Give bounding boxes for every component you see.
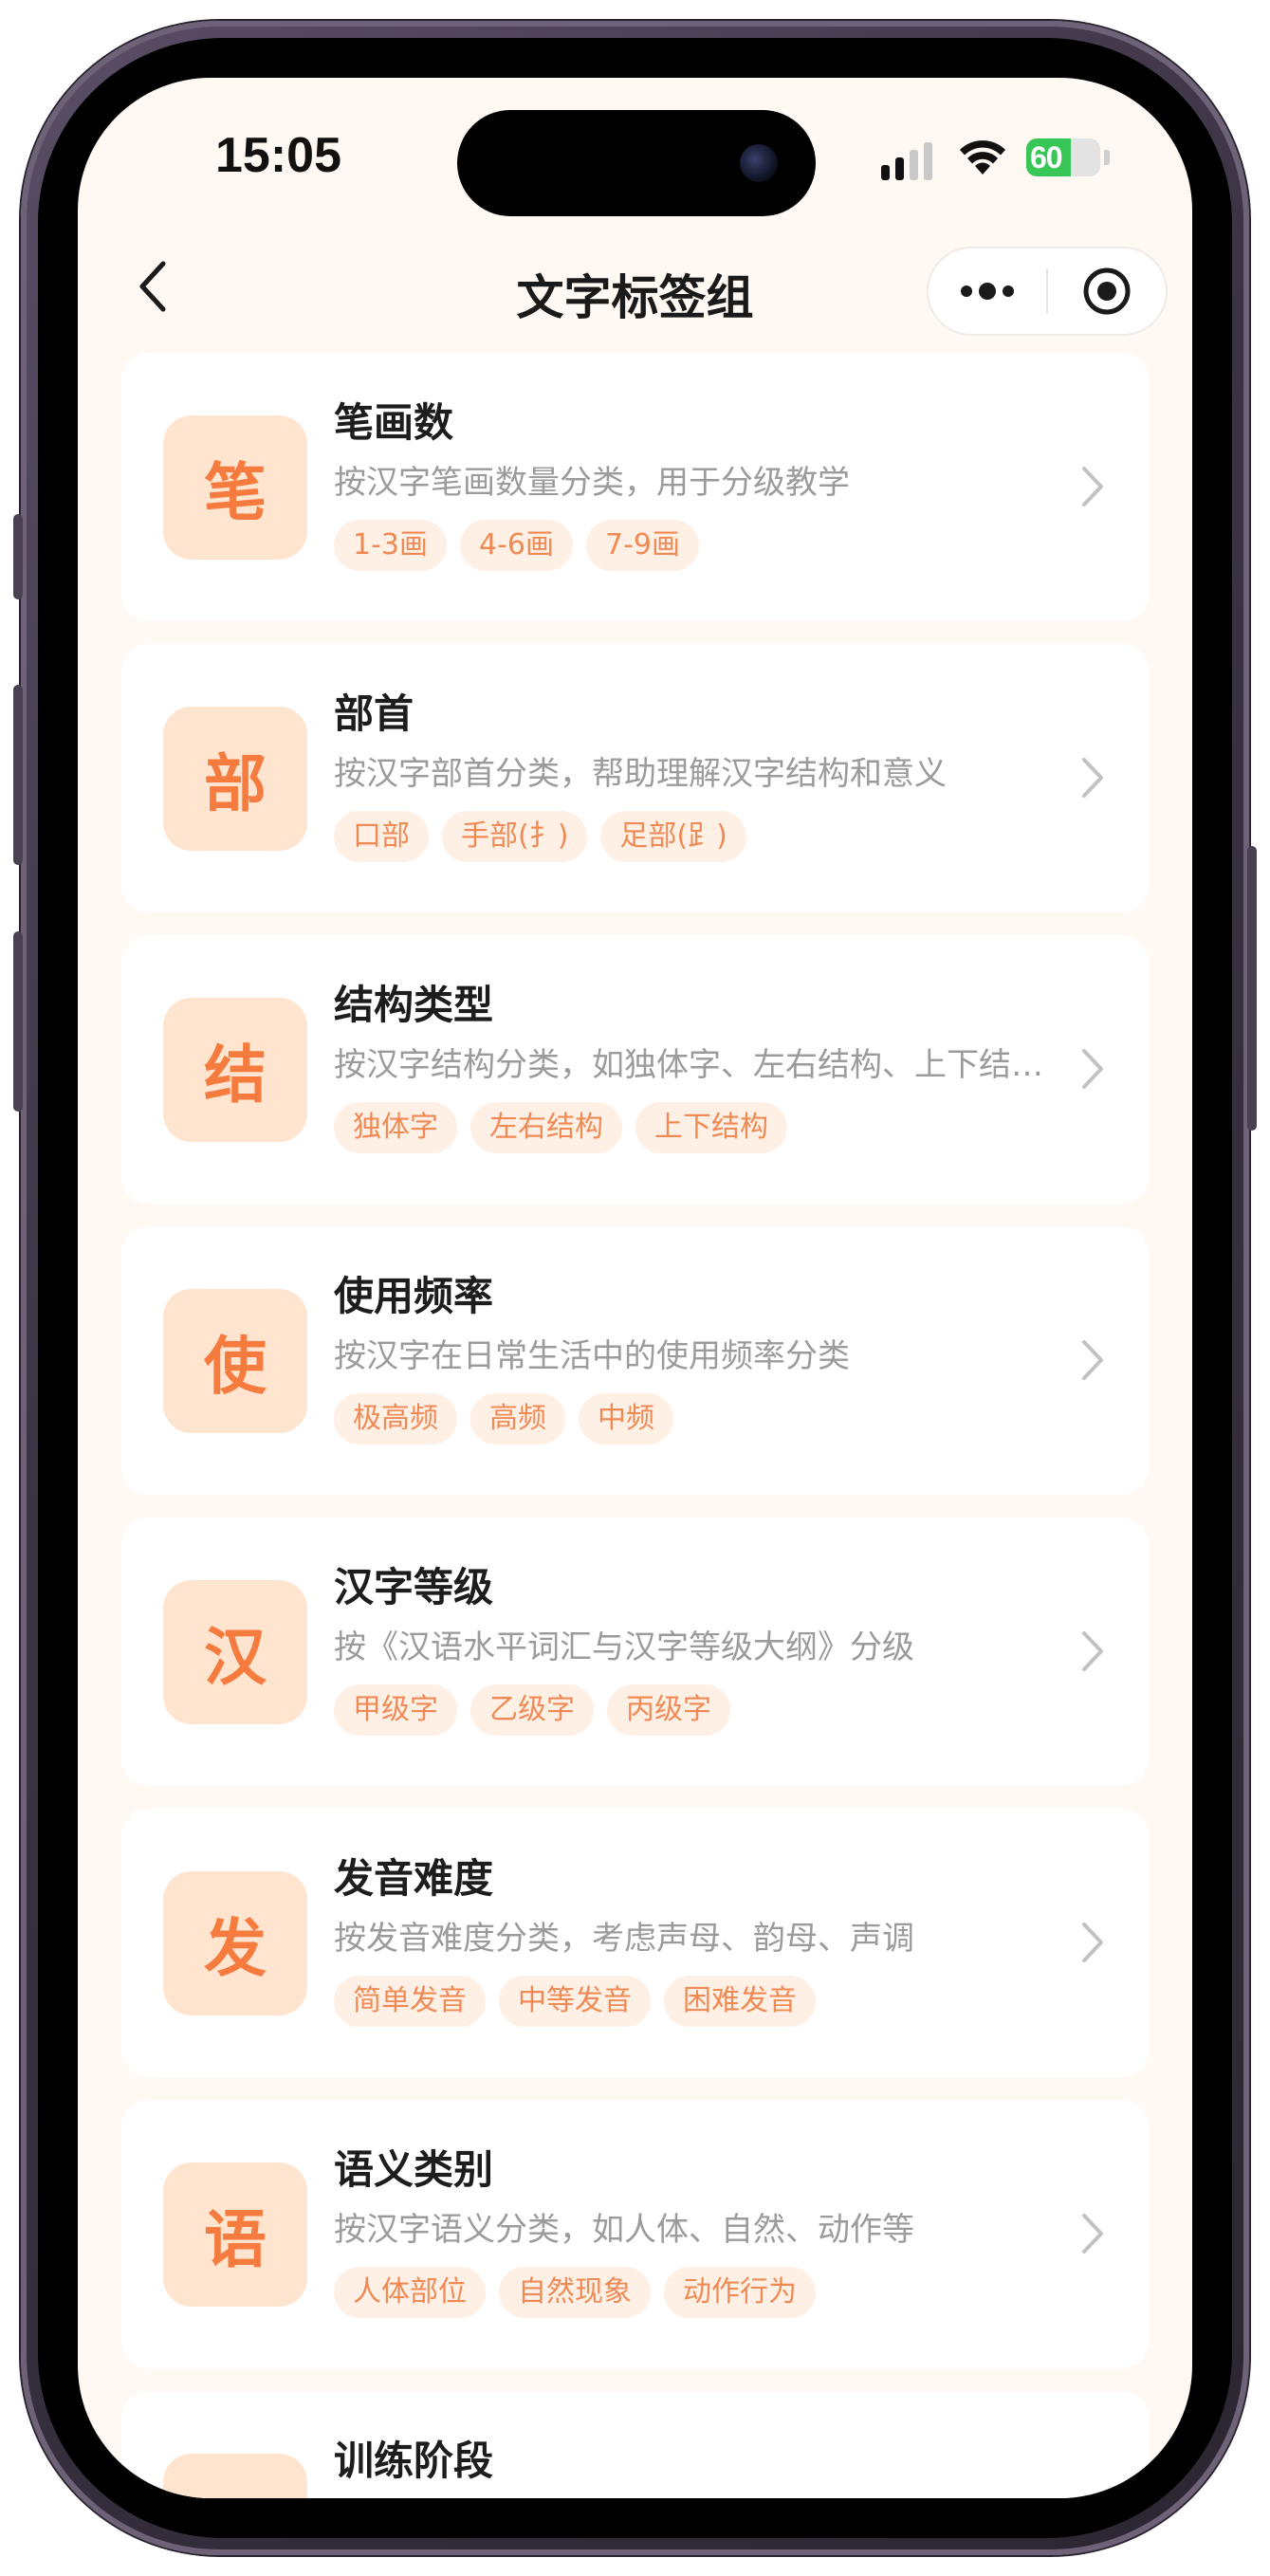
chevron-right-icon [1082, 2214, 1103, 2254]
group-tags: 口部 手部(扌) 足部(⻊) [334, 811, 1044, 862]
chevron-right-icon [1082, 1340, 1103, 1380]
action-button [13, 514, 23, 599]
tag-group-card[interactable]: 发 发音难度 按发音难度分类，考虑声母、韵母、声调 简单发音 中等发音 困难发音 [121, 1809, 1149, 2077]
tag-chip: 口部 [334, 811, 429, 862]
tag-chip: 动作行为 [664, 2267, 816, 2318]
tag-group-card[interactable]: 笔 笔画数 按汉字笔画数量分类，用于分级教学 1-3画 4-6画 7-9画 [121, 353, 1149, 621]
group-icon: 语 [163, 2162, 307, 2307]
group-icon: 笔 [163, 415, 307, 560]
group-title: 语义类别 [334, 2146, 494, 2193]
status-time: 15:05 [215, 128, 341, 183]
tag-chip: 足部(⻊) [600, 811, 746, 862]
group-description: 按发音难度分类，考虑声母、韵母、声调 [334, 1920, 914, 1958]
nav-bar: 文字标签组 [78, 220, 1192, 353]
card-body: 笔画数 按汉字笔画数量分类，用于分级教学 1-3画 4-6画 7-9画 [334, 395, 1044, 571]
group-title: 笔画数 [334, 399, 454, 446]
tag-chip: 乙级字 [470, 1684, 594, 1736]
cellular-signal-icon [881, 140, 932, 180]
screen: 15:05 60 文字标签组 笔 笔画数 按汉字笔画数量分类，用于分级教学 1-… [78, 78, 1192, 2498]
card-body: 汉字等级 按《汉语水平词汇与汉字等级大纲》分级 甲级字 乙级字 丙级字 [334, 1559, 1044, 1736]
group-tags: 独体字 左右结构 上下结构 [334, 1102, 1044, 1153]
group-title: 部首 [334, 690, 414, 737]
close-button[interactable] [1048, 248, 1166, 334]
group-icon: 结 [163, 998, 307, 1142]
tag-chip: 极高频 [334, 1393, 457, 1444]
tag-chip: 手部(扌) [442, 811, 588, 862]
group-title: 训练阶段 [334, 2438, 494, 2484]
group-tags: 简单发音 中等发音 困难发音 [334, 1976, 1044, 2027]
chevron-right-icon [1082, 758, 1103, 798]
tag-chip: 中频 [579, 1393, 673, 1444]
tag-chip: 自然现象 [499, 2267, 651, 2318]
chevron-right-icon [1082, 467, 1103, 506]
tag-chip: 甲级字 [334, 1684, 457, 1736]
status-bar: 15:05 60 [78, 78, 1192, 220]
tag-chip: 1-3画 [334, 520, 447, 571]
chevron-right-icon [1082, 1631, 1103, 1671]
card-body: 发音难度 按发音难度分类，考虑声母、韵母、声调 简单发音 中等发音 困难发音 [334, 1850, 1044, 2027]
battery-percent: 60 [1030, 140, 1063, 175]
group-icon [163, 2454, 307, 2498]
battery-tip [1104, 150, 1110, 165]
group-tags: 1-3画 4-6画 7-9画 [334, 520, 1044, 571]
group-description: 按汉字部首分类，帮助理解汉字结构和意义 [334, 755, 947, 793]
battery-icon: 60 [1026, 138, 1100, 176]
tag-group-card[interactable]: 使 使用频率 按汉字在日常生活中的使用频率分类 极高频 高频 中频 [121, 1226, 1149, 1495]
card-body: 结构类型 按汉字结构分类，如独体字、左右结构、上下结构等 独体字 左右结构 上下结构 [334, 977, 1044, 1153]
group-description: 按《汉语水平词汇与汉字等级大纲》分级 [334, 1628, 914, 1666]
group-description: 按汉字笔画数量分类，用于分级教学 [334, 464, 850, 502]
chevron-right-icon [1082, 1923, 1103, 1962]
group-description: 按汉字结构分类，如独体字、左右结构、上下结构等 [334, 1046, 1044, 1084]
card-body: 语义类别 按汉字语义分类，如人体、自然、动作等 人体部位 自然现象 动作行为 [334, 2142, 1044, 2318]
group-title: 结构类型 [334, 982, 494, 1028]
group-tags: 人体部位 自然现象 动作行为 [334, 2267, 1044, 2318]
group-title: 发音难度 [334, 1855, 494, 1902]
group-title: 汉字等级 [334, 1564, 494, 1610]
tag-group-card[interactable]: 汉 汉字等级 按《汉语水平词汇与汉字等级大纲》分级 甲级字 乙级字 丙级字 [121, 1518, 1149, 1786]
tag-chip: 简单发音 [334, 1976, 486, 2027]
tag-group-list: 笔 笔画数 按汉字笔画数量分类，用于分级教学 1-3画 4-6画 7-9画 部 部首… [121, 353, 1149, 2498]
volume-down-button [13, 931, 23, 1112]
wifi-icon [960, 140, 1005, 175]
card-body: 使用频率 按汉字在日常生活中的使用频率分类 极高频 高频 中频 [334, 1268, 1044, 1444]
tag-chip: 7-9画 [586, 520, 699, 571]
tag-chip: 上下结构 [635, 1102, 787, 1153]
tag-group-card[interactable]: 结 结构类型 按汉字结构分类，如独体字、左右结构、上下结构等 独体字 左右结构 上下… [121, 935, 1149, 1204]
chevron-right-icon [1082, 1049, 1103, 1089]
group-title: 使用频率 [334, 1273, 494, 1319]
tag-group-card[interactable]: 训练阶段 [121, 2391, 1149, 2498]
group-tags: 甲级字 乙级字 丙级字 [334, 1684, 1044, 1736]
tag-group-card[interactable]: 语 语义类别 按汉字语义分类，如人体、自然、动作等 人体部位 自然现象 动作行为 [121, 2100, 1149, 2368]
tag-chip: 人体部位 [334, 2267, 486, 2318]
camera-icon [740, 144, 778, 182]
tag-chip: 困难发音 [664, 1976, 816, 2027]
group-tags: 极高频 高频 中频 [334, 1393, 1044, 1444]
group-icon: 发 [163, 1871, 307, 2015]
volume-up-button [13, 685, 23, 865]
tag-chip: 左右结构 [470, 1102, 622, 1153]
card-body: 部首 按汉字部首分类，帮助理解汉字结构和意义 口部 手部(扌) 足部(⻊) [334, 686, 1044, 862]
tag-chip: 高频 [470, 1393, 565, 1444]
power-button [1247, 846, 1257, 1131]
group-icon: 使 [163, 1289, 307, 1433]
tag-chip: 4-6画 [460, 520, 573, 571]
dynamic-island [457, 110, 816, 216]
tag-chip: 丙级字 [607, 1684, 730, 1736]
group-description [334, 2495, 1044, 2498]
group-icon: 汉 [163, 1580, 307, 1724]
mini-program-capsule [927, 247, 1168, 336]
group-description: 按汉字语义分类，如人体、自然、动作等 [334, 2211, 914, 2249]
group-icon: 部 [163, 707, 307, 851]
card-body: 训练阶段 [334, 2433, 1044, 2498]
tag-chip: 中等发音 [499, 1976, 651, 2027]
group-description: 按汉字在日常生活中的使用频率分类 [334, 1337, 850, 1375]
tag-chip: 独体字 [334, 1102, 457, 1153]
target-circle-icon [1083, 267, 1131, 315]
more-dots-icon [961, 283, 1014, 300]
more-button[interactable] [929, 248, 1046, 334]
tag-group-card[interactable]: 部 部首 按汉字部首分类，帮助理解汉字结构和意义 口部 手部(扌) 足部(⻊) [121, 644, 1149, 912]
